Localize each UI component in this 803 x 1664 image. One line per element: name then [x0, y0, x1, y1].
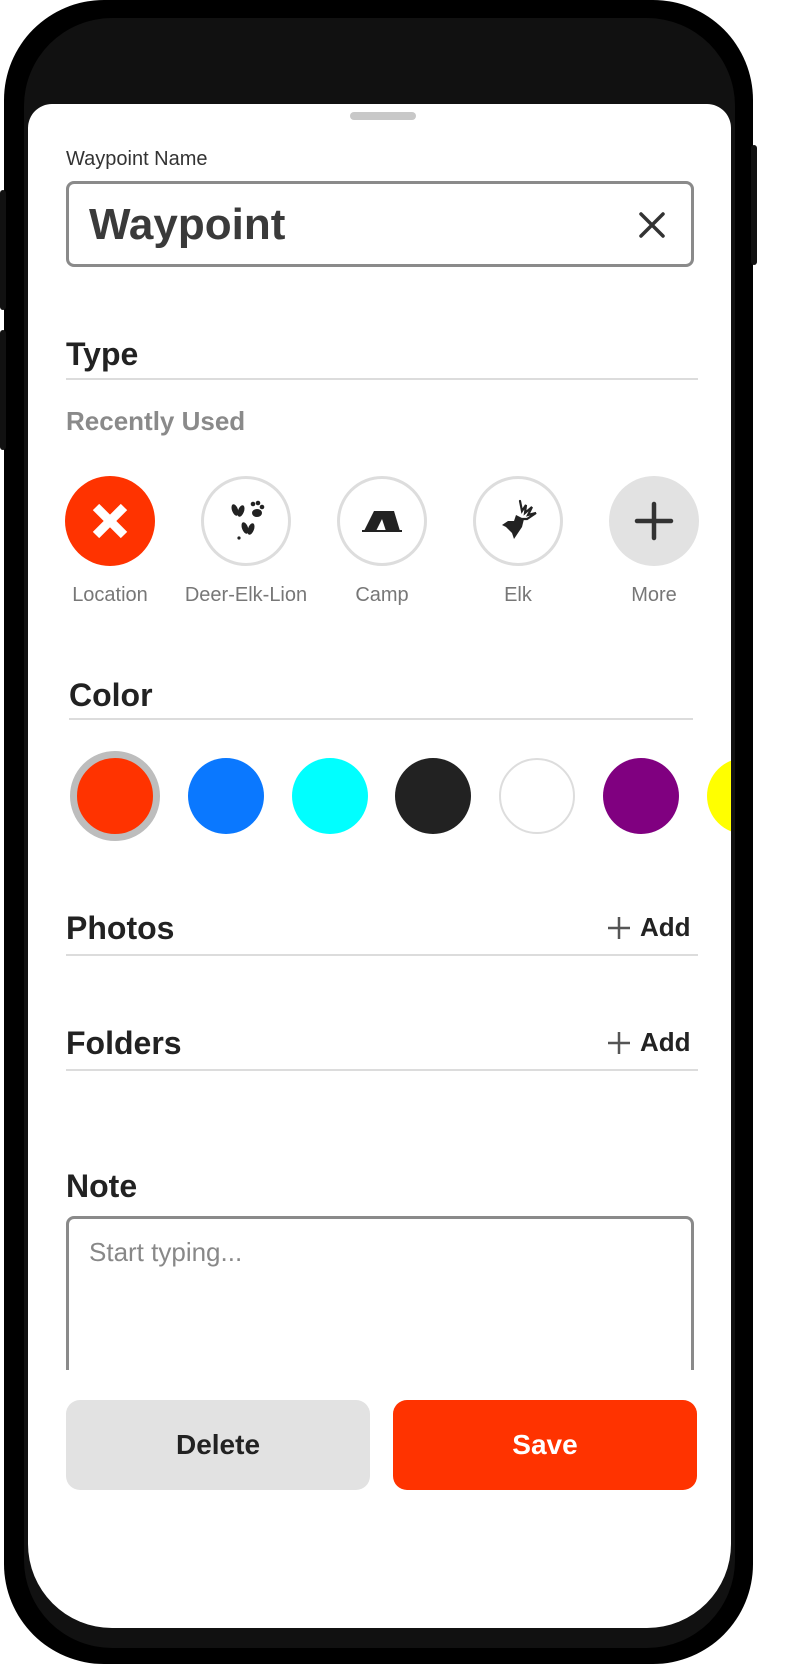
- color-swatch-white[interactable]: [499, 758, 575, 834]
- color-title: Color: [69, 677, 153, 713]
- note-placeholder: Start typing...: [89, 1237, 243, 1267]
- color-swatch-black[interactable]: [395, 758, 471, 834]
- screen: Waypoint Name Waypoint Type Recently Use…: [24, 18, 735, 1648]
- side-button: [0, 190, 6, 310]
- type-label: Camp: [355, 584, 409, 606]
- type-item-elk[interactable]: Elk: [470, 476, 566, 606]
- color-swatch-red-selected[interactable]: [70, 751, 160, 841]
- save-button[interactable]: Save: [393, 1400, 697, 1490]
- folders-title: Folders: [66, 1025, 182, 1061]
- plus-icon: [608, 916, 630, 939]
- color-swatch-yellow[interactable]: [707, 758, 731, 834]
- add-photo-label: Add: [640, 912, 691, 942]
- type-title: Type: [66, 336, 139, 372]
- waypoint-sheet: Waypoint Name Waypoint Type Recently Use…: [28, 104, 731, 1544]
- divider: [69, 718, 693, 720]
- plus-icon: [608, 1031, 630, 1054]
- type-label: Location: [72, 584, 148, 606]
- elk-head-icon: [502, 499, 537, 539]
- clear-icon[interactable]: [635, 208, 669, 242]
- drag-handle[interactable]: [350, 112, 416, 120]
- type-item-more[interactable]: More: [606, 476, 702, 606]
- type-circle[interactable]: [65, 476, 155, 566]
- action-footer: Delete Save: [28, 1370, 731, 1544]
- waypoint-name-input[interactable]: Waypoint: [66, 181, 694, 267]
- divider: [66, 954, 698, 956]
- add-folder-button[interactable]: Add: [606, 1027, 691, 1058]
- tent-icon: [362, 511, 402, 532]
- type-circle[interactable]: [609, 476, 699, 566]
- type-label: Elk: [504, 584, 532, 606]
- delete-button[interactable]: Delete: [66, 1400, 370, 1490]
- divider: [66, 1069, 698, 1071]
- type-circle[interactable]: [337, 476, 427, 566]
- color-swatch-blue[interactable]: [188, 758, 264, 834]
- color-swatch-cyan[interactable]: [292, 758, 368, 834]
- power-button: [751, 145, 757, 265]
- close-x-icon: [92, 503, 128, 539]
- note-title: Note: [66, 1168, 138, 1204]
- type-circle[interactable]: [201, 476, 291, 566]
- type-item-deer-elk-lion[interactable]: Deer-Elk-Lion: [185, 476, 307, 606]
- photos-title: Photos: [66, 910, 175, 946]
- type-label: More: [631, 584, 677, 606]
- waypoint-name-label: Waypoint Name: [66, 148, 208, 170]
- divider: [66, 378, 698, 380]
- type-item-camp[interactable]: Camp: [334, 476, 430, 606]
- add-folder-label: Add: [640, 1027, 691, 1057]
- side-button: [0, 330, 6, 450]
- add-photo-button[interactable]: Add: [606, 912, 691, 943]
- type-item-location[interactable]: Location: [62, 476, 158, 606]
- animal-tracks-icon: [231, 500, 265, 540]
- type-circle[interactable]: [473, 476, 563, 566]
- plus-icon: [634, 501, 674, 541]
- color-swatch-purple[interactable]: [603, 758, 679, 834]
- waypoint-name-value[interactable]: Waypoint: [89, 200, 285, 250]
- type-label: Deer-Elk-Lion: [184, 584, 308, 606]
- recently-used-label: Recently Used: [66, 406, 246, 436]
- phone-frame: Waypoint Name Waypoint Type Recently Use…: [0, 0, 757, 1664]
